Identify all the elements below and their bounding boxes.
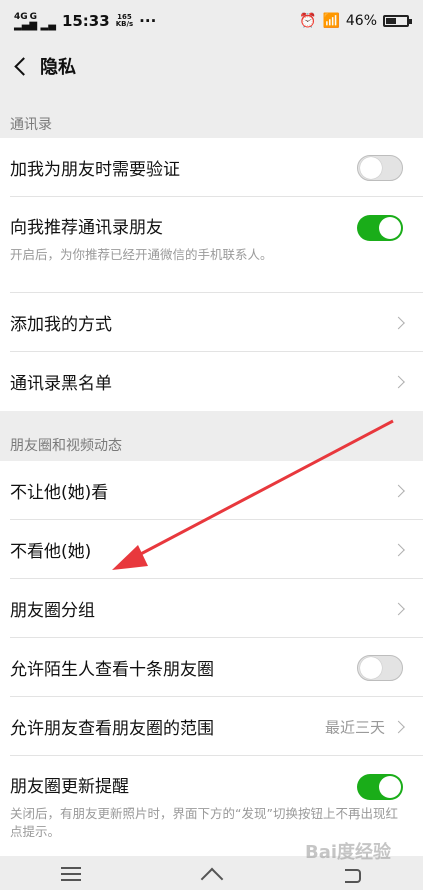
menu-icon[interactable] — [59, 865, 83, 881]
system-back-icon[interactable] — [341, 865, 365, 883]
watermark: Bai度经验 — [305, 842, 392, 863]
arrow-head — [112, 545, 148, 570]
annotation-arrow — [112, 419, 394, 570]
home-icon[interactable] — [200, 865, 224, 881]
arrow-line — [134, 419, 394, 559]
